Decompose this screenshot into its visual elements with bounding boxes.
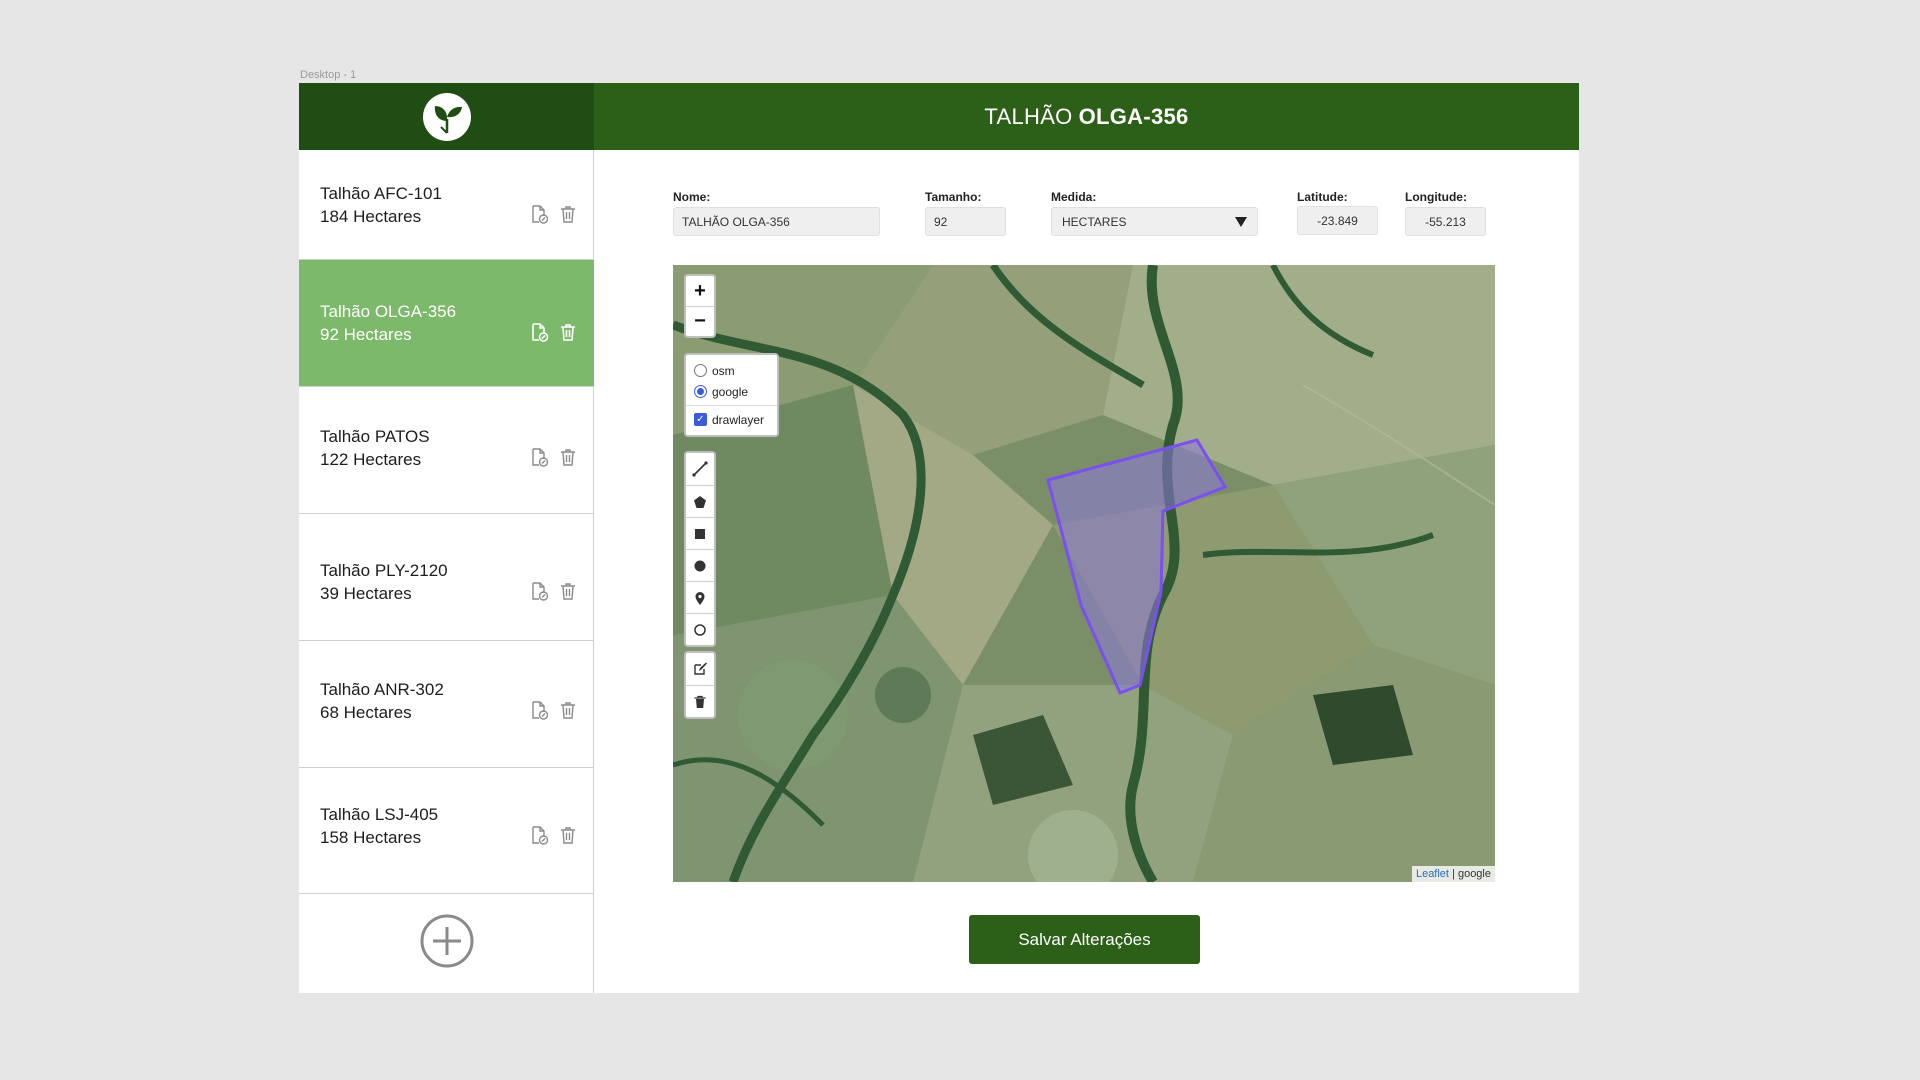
nome-label: Nome: — [673, 190, 711, 204]
sidebar-item-size: 92 Hectares — [320, 325, 412, 344]
edit-file-icon[interactable] — [529, 825, 549, 845]
layer-osm-label: osm — [712, 363, 735, 378]
marker-icon — [695, 591, 705, 605]
app-window: TALHÃO OLGA-356 Talhão AFC-101 184 Hecta… — [299, 83, 1579, 993]
tamanho-label: Tamanho: — [925, 190, 982, 204]
circle-icon — [694, 560, 706, 571]
page-title: TALHÃO OLGA-356 — [594, 83, 1579, 150]
page-title-field-name: OLGA-356 — [1078, 103, 1189, 129]
sprout-logo-icon — [422, 92, 471, 141]
plus-circle-icon — [420, 914, 473, 968]
draw-polyline-button[interactable] — [686, 453, 714, 485]
add-field-button[interactable] — [419, 913, 475, 974]
layer-control: osm google ✓ drawlayer — [684, 353, 779, 437]
triangle-down-icon — [1235, 216, 1247, 227]
medida-label: Medida: — [1051, 190, 1097, 204]
add-field-area — [299, 894, 594, 993]
leaflet-link[interactable]: Leaflet — [1416, 868, 1449, 880]
edit-icon — [694, 662, 707, 675]
trash-icon[interactable] — [558, 447, 578, 467]
trash-icon — [694, 695, 706, 708]
logo-block — [299, 83, 594, 150]
sidebar-item-name: Talhão OLGA-356 — [320, 302, 457, 321]
draw-circlemarker-button[interactable] — [686, 613, 714, 645]
draw-polygon-button[interactable] — [686, 485, 714, 517]
sidebar-item-size: 39 Hectares — [320, 584, 412, 603]
edit-file-icon[interactable] — [529, 322, 549, 342]
frame-label: Desktop - 1 — [300, 69, 357, 81]
medida-select[interactable]: HECTARES — [1051, 207, 1258, 236]
sidebar-item-size: 158 Hectares — [320, 828, 422, 847]
radio-google[interactable] — [694, 385, 707, 398]
zoom-control: + − — [684, 274, 716, 338]
attribution-text: | google — [1448, 868, 1491, 880]
layer-drawlayer-label: drawlayer — [712, 412, 765, 427]
zoom-out-button[interactable]: − — [686, 306, 714, 336]
medida-selected-value: HECTARES — [1062, 214, 1127, 229]
longitude-label: Longitude: — [1405, 190, 1467, 204]
save-changes-button[interactable]: Salvar Alterações — [969, 915, 1200, 964]
latitude-input[interactable] — [1297, 206, 1378, 235]
sidebar-item-size: 122 Hectares — [320, 450, 422, 469]
map-view[interactable]: + − osm google ✓ drawlayer Leaflet | goo… — [673, 265, 1495, 882]
sidebar-item-name: Talhão PLY-2120 — [320, 561, 448, 580]
layer-separator — [686, 405, 777, 406]
draw-marker-button[interactable] — [686, 581, 714, 613]
tamanho-input[interactable] — [925, 207, 1006, 236]
longitude-input[interactable] — [1405, 207, 1486, 236]
nome-input[interactable] — [673, 207, 880, 236]
sidebar-item-ply-2120[interactable]: Talhão PLY-2120 39 Hectares — [299, 514, 594, 641]
rectangle-icon — [695, 528, 705, 539]
sidebar-item-name: Talhão ANR-302 — [320, 680, 444, 699]
satellite-imagery — [673, 265, 1495, 882]
layer-google-label: google — [712, 384, 749, 399]
radio-osm[interactable] — [694, 364, 707, 377]
layer-drawlayer[interactable]: ✓ drawlayer — [694, 409, 769, 430]
map-attribution: Leaflet | google — [1411, 866, 1495, 882]
layer-osm[interactable]: osm — [694, 360, 769, 381]
latitude-label: Latitude: — [1297, 190, 1348, 204]
trash-icon[interactable] — [558, 700, 578, 720]
delete-layers-button[interactable] — [686, 685, 714, 717]
edit-file-icon[interactable] — [529, 700, 549, 720]
sidebar-item-anr-302[interactable]: Talhão ANR-302 68 Hectares — [299, 641, 594, 768]
sidebar-item-name: Talhão LSJ-405 — [320, 805, 439, 824]
sidebar-item-size: 68 Hectares — [320, 703, 412, 722]
trash-icon[interactable] — [558, 322, 578, 342]
polygon-icon — [694, 495, 706, 508]
edit-file-icon[interactable] — [529, 447, 549, 467]
trash-icon[interactable] — [558, 204, 578, 224]
sidebar-item-patos[interactable]: Talhão PATOS 122 Hectares — [299, 387, 594, 514]
zoom-in-button[interactable]: + — [686, 276, 714, 306]
circle-marker-icon — [694, 623, 706, 636]
edit-file-icon[interactable] — [529, 581, 549, 601]
draw-circle-button[interactable] — [686, 549, 714, 581]
edit-layers-button[interactable] — [686, 653, 714, 685]
edit-toolbar — [684, 651, 716, 719]
trash-icon[interactable] — [558, 581, 578, 601]
layer-google[interactable]: google — [694, 381, 769, 402]
draw-rectangle-button[interactable] — [686, 517, 714, 549]
polyline-icon — [692, 461, 708, 477]
sidebar-item-name: Talhão PATOS — [320, 427, 430, 446]
sidebar-item-olga-356[interactable]: Talhão OLGA-356 92 Hectares — [299, 260, 594, 387]
page-title-prefix: TALHÃO — [984, 103, 1073, 129]
draw-toolbar — [684, 451, 716, 647]
trash-icon[interactable] — [558, 825, 578, 845]
sidebar: Talhão AFC-101 184 Hectares Talhão OLGA-… — [299, 150, 594, 993]
edit-file-icon[interactable] — [529, 204, 549, 224]
sidebar-item-lsj-405[interactable]: Talhão LSJ-405 158 Hectares — [299, 768, 594, 894]
sidebar-item-name: Talhão AFC-101 — [320, 184, 442, 203]
checkbox-drawlayer[interactable]: ✓ — [694, 413, 707, 426]
sidebar-item-size: 184 Hectares — [320, 207, 422, 226]
sidebar-item-afc-101[interactable]: Talhão AFC-101 184 Hectares — [299, 150, 594, 260]
